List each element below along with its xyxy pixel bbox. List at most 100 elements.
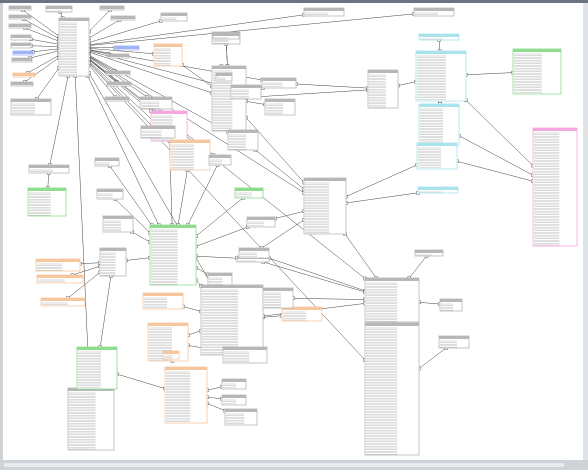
entity-table-header xyxy=(231,85,261,88)
entity-table[interactable] xyxy=(439,298,463,312)
er-diagram[interactable] xyxy=(3,3,583,460)
entity-table[interactable] xyxy=(58,17,90,77)
horizontal-scrollbar[interactable] xyxy=(0,460,588,470)
entity-table[interactable] xyxy=(139,96,173,110)
entity-table[interactable] xyxy=(512,48,562,95)
entity-table-header xyxy=(263,288,293,291)
entity-table[interactable] xyxy=(99,247,127,277)
entity-table[interactable] xyxy=(169,139,211,171)
entity-table[interactable] xyxy=(532,127,578,247)
entity-table[interactable] xyxy=(99,5,125,11)
entity-table[interactable] xyxy=(364,277,420,323)
entity-table[interactable] xyxy=(153,43,183,67)
entity-table-header xyxy=(304,8,344,11)
entity-table[interactable] xyxy=(212,32,240,40)
entity-table[interactable] xyxy=(35,258,81,272)
entity-table[interactable] xyxy=(40,297,86,307)
entity-table[interactable] xyxy=(104,96,130,102)
entity-table[interactable] xyxy=(303,177,347,235)
entity-table[interactable] xyxy=(160,12,188,22)
entity-table[interactable] xyxy=(96,188,124,200)
entity-table[interactable] xyxy=(12,50,34,56)
entity-table-body xyxy=(169,139,211,171)
entity-table[interactable] xyxy=(227,129,259,151)
entity-table[interactable] xyxy=(417,186,459,194)
entity-table[interactable] xyxy=(164,366,208,424)
entity-table[interactable] xyxy=(264,98,296,116)
scrollbar-track[interactable] xyxy=(4,463,564,467)
entity-table[interactable] xyxy=(76,346,118,390)
entity-table[interactable] xyxy=(238,247,270,259)
entity-table[interactable] xyxy=(415,50,467,102)
entity-table[interactable] xyxy=(413,7,455,17)
entity-table[interactable] xyxy=(418,33,460,41)
entity-table[interactable] xyxy=(234,187,264,199)
entity-table[interactable] xyxy=(106,53,130,59)
entity-table[interactable] xyxy=(12,72,36,78)
entity-table[interactable] xyxy=(10,34,32,41)
entity-table[interactable] xyxy=(10,98,52,116)
entity-table-header xyxy=(115,46,139,49)
entity-table-header xyxy=(223,347,267,350)
entity-table[interactable] xyxy=(215,72,233,82)
entity-table[interactable] xyxy=(10,42,32,49)
entity-table[interactable] xyxy=(140,125,176,139)
entity-table[interactable] xyxy=(224,408,258,426)
entity-table[interactable] xyxy=(94,157,120,167)
relationship-line xyxy=(181,64,213,87)
entity-table[interactable] xyxy=(114,45,140,51)
entity-table[interactable] xyxy=(230,84,262,100)
entity-table[interactable] xyxy=(221,378,247,390)
diagram-canvas[interactable] xyxy=(3,3,583,460)
entity-table-header xyxy=(262,78,296,81)
entity-table[interactable] xyxy=(8,14,32,20)
entity-table[interactable] xyxy=(208,154,232,166)
entity-table-header xyxy=(201,285,263,288)
entity-table[interactable] xyxy=(45,5,73,13)
entity-table-header xyxy=(97,189,123,192)
entity-table[interactable] xyxy=(142,292,184,310)
entity-table[interactable] xyxy=(438,335,470,349)
entity-table-header xyxy=(9,24,31,27)
entity-table[interactable] xyxy=(102,215,134,233)
entity-table-body xyxy=(27,187,67,217)
entity-table[interactable] xyxy=(67,387,115,451)
entity-table[interactable] xyxy=(364,322,420,456)
entity-table-header xyxy=(41,298,85,301)
relationship-line xyxy=(292,298,366,300)
entity-table[interactable] xyxy=(28,164,70,174)
relationship-line xyxy=(88,13,415,46)
entity-table[interactable] xyxy=(246,216,276,228)
entity-table[interactable] xyxy=(262,287,294,309)
entity-table[interactable] xyxy=(8,23,32,29)
entity-table-body xyxy=(153,43,183,67)
relationship-line xyxy=(456,161,534,182)
entity-table[interactable] xyxy=(418,103,460,147)
entity-table[interactable] xyxy=(149,224,197,286)
entity-table[interactable] xyxy=(27,187,67,217)
entity-table-header xyxy=(154,44,182,47)
relationship-line xyxy=(47,172,50,189)
entity-table[interactable] xyxy=(10,81,34,87)
entity-table[interactable] xyxy=(110,15,136,21)
entity-table[interactable] xyxy=(105,70,131,76)
entity-table[interactable] xyxy=(222,346,268,364)
entity-table[interactable] xyxy=(200,284,264,356)
vertical-scrollbar[interactable] xyxy=(583,3,588,460)
entity-table[interactable] xyxy=(221,394,247,406)
relationship-line xyxy=(30,39,60,45)
entity-table[interactable] xyxy=(11,57,33,63)
entity-table[interactable] xyxy=(36,274,84,284)
entity-table[interactable] xyxy=(261,77,297,89)
entity-table[interactable] xyxy=(367,69,399,109)
entity-table-header xyxy=(111,16,135,19)
entity-table[interactable] xyxy=(414,249,444,257)
entity-table[interactable] xyxy=(106,81,132,87)
entity-table[interactable] xyxy=(303,7,345,17)
entity-table[interactable] xyxy=(8,5,32,11)
entity-table[interactable] xyxy=(416,142,458,170)
entity-table[interactable] xyxy=(162,350,180,360)
relationship-line xyxy=(226,43,228,67)
entity-table[interactable] xyxy=(281,306,323,322)
entity-table-header xyxy=(9,6,31,9)
